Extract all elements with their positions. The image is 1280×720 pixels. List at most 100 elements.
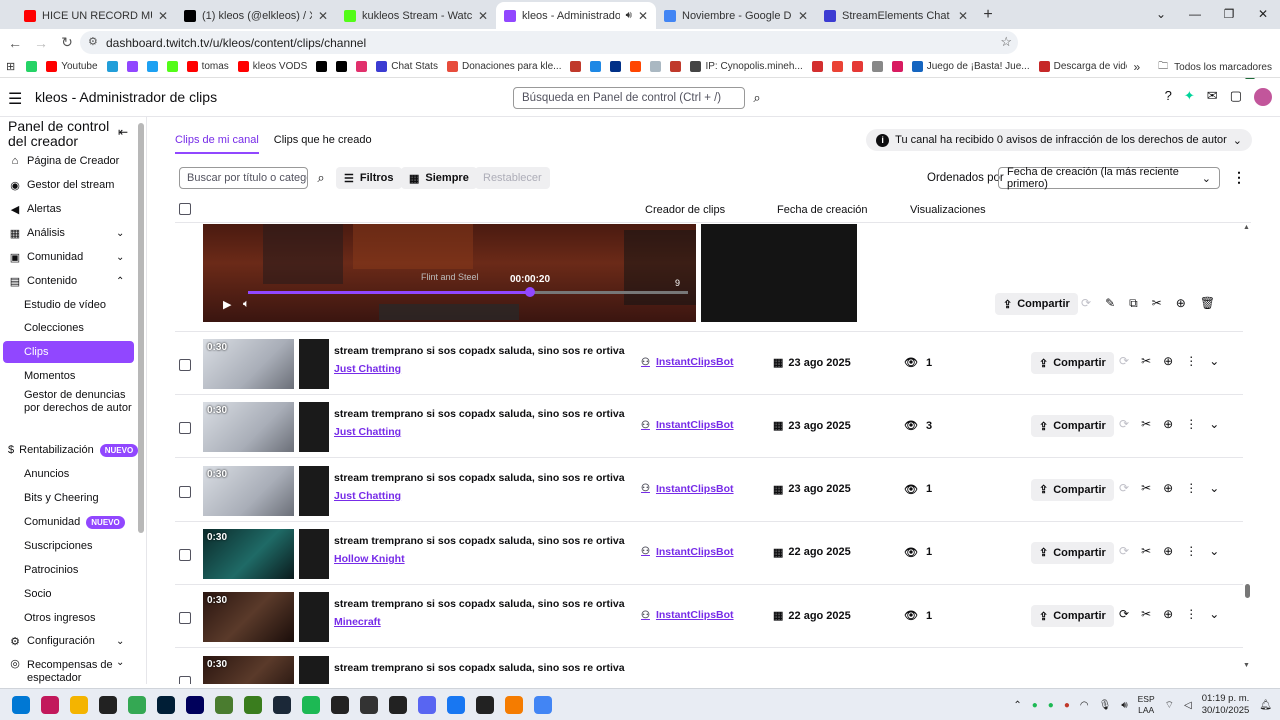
close-tab-icon[interactable]: ✕ [158, 9, 168, 23]
sidebar-item[interactable]: ▣ Comunidad ⌄ [0, 246, 136, 268]
bookmark-item[interactable] [647, 61, 664, 72]
notifications-icon[interactable]: 🔔︎ [1259, 700, 1272, 711]
clip-creator-link[interactable]: InstantClipsBot [656, 609, 734, 621]
scroll-down-arrow[interactable]: ▼ [1243, 662, 1250, 669]
tab-channel-clips[interactable]: Clips de mi canal [175, 134, 259, 154]
bookmark-item[interactable] [889, 61, 906, 72]
clip-vertical-thumbnail[interactable] [299, 339, 329, 389]
scissors-icon[interactable]: ✂ [1152, 296, 1162, 311]
new-tab-button[interactable]: + [976, 3, 1000, 27]
reset-button[interactable]: Restablecer [475, 167, 550, 189]
volume-tray-icon[interactable]: 🔊︎ [1121, 700, 1127, 711]
table-scrollbar[interactable]: ▲ ▼ [1243, 224, 1251, 672]
clip-vertical-thumbnail[interactable] [299, 592, 329, 643]
taskbar-app-icon[interactable] [505, 696, 523, 714]
taskbar-app-icon[interactable] [41, 696, 59, 714]
share-button[interactable]: ⇪ Compartir [1031, 541, 1114, 564]
sidebar-item[interactable]: Momentos [0, 365, 136, 387]
taskbar-app-icon[interactable] [331, 696, 349, 714]
sidebar-item[interactable]: Anuncios [0, 463, 136, 485]
close-tab-icon[interactable]: ✕ [958, 9, 968, 23]
clip-category-link[interactable]: Minecraft [334, 616, 381, 628]
taskbar-app-icon[interactable] [447, 696, 465, 714]
dashboard-search-input[interactable]: Búsqueda en Panel de control (Ctrl + /) [513, 87, 745, 109]
clip-title[interactable]: stream tremprano si sos copadx saluda, s… [334, 598, 625, 610]
more-options-icon[interactable]: ⋮ [1185, 544, 1197, 558]
taskbar-app-icon[interactable] [128, 696, 146, 714]
add-icon[interactable]: ⊕ [1163, 544, 1173, 558]
bookmark-star-icon[interactable]: ☆ [1000, 34, 1012, 50]
edit-icon[interactable]: ✎ [1105, 296, 1115, 311]
convert-icon[interactable]: ⟳ [1081, 296, 1091, 311]
bookmark-item[interactable]: kleos VODS [235, 61, 310, 72]
chevron-down-icon[interactable]: ⌄ [1209, 417, 1219, 431]
bookmark-item[interactable] [567, 61, 584, 72]
minimize-button[interactable]: — [1178, 0, 1212, 28]
sidebar-item[interactable]: ⌂ Página de Creador [0, 150, 136, 172]
collapse-sidebar-icon[interactable]: ⇤ [118, 125, 128, 139]
clip-thumbnail[interactable]: 0:30 [203, 339, 294, 389]
bookmark-item[interactable] [829, 61, 846, 72]
forward-button[interactable]: → [28, 35, 54, 51]
table-row[interactable]: 0:30 stream tremprano si sos copadx salud… [175, 395, 1243, 459]
bookmark-item[interactable] [353, 61, 370, 72]
col-creator[interactable]: Creador de clips [645, 204, 725, 216]
scissors-icon[interactable]: ✂ [1141, 544, 1151, 558]
taskbar-app-icon[interactable] [534, 696, 552, 714]
taskbar-app-icon[interactable] [99, 696, 117, 714]
sidebar-item[interactable]: Suscripciones [0, 535, 136, 557]
bookmark-item[interactable] [144, 61, 161, 72]
progress-handle[interactable] [524, 287, 535, 297]
bookmark-item[interactable] [587, 61, 604, 72]
bookmark-item[interactable]: tomas [184, 61, 232, 72]
more-options-icon[interactable]: ⋮ [1185, 417, 1197, 431]
clip-vertical-thumbnail[interactable] [299, 402, 329, 453]
tray-app-icon[interactable]: ● [1032, 700, 1038, 711]
bookmark-item[interactable] [849, 61, 866, 72]
browser-tab[interactable]: Noviembre - Google Drive ✕ [656, 2, 816, 29]
play-icon[interactable]: ▶ [223, 298, 231, 311]
language-indicator[interactable]: ESP LAA [1138, 694, 1155, 716]
sidebar-item[interactable]: $ Rentabilización NUEVO [0, 439, 139, 461]
bookmark-item[interactable] [313, 61, 330, 72]
chevron-icon[interactable]: ⌄ [116, 657, 130, 668]
bookmark-item[interactable]: Chat Stats [373, 61, 441, 72]
url-field[interactable]: ⚙ dashboard.twitch.tv/u/kleos/content/cl… [80, 31, 1018, 54]
date-range-button[interactable]: ▦ Siempre [401, 167, 477, 189]
all-bookmarks-link[interactable]: Todos los marcadores [1174, 62, 1272, 73]
clip-vertical-thumbnail[interactable] [299, 655, 329, 684]
browser-tab[interactable]: StreamElements Chat Stats - kle ✕ [816, 2, 976, 29]
clip-creator-link[interactable]: InstantClipsBot [656, 419, 734, 431]
sidebar-item[interactable]: Comunidad NUEVO [0, 511, 136, 533]
browser-tab[interactable]: (1) kleos (@elkleos) / X ✕ [176, 2, 336, 29]
table-row[interactable]: 0:30 stream tremprano si sos copadx salud… [175, 522, 1243, 585]
close-tab-icon[interactable]: ✕ [318, 9, 328, 23]
clip-vertical-thumbnail[interactable] [299, 528, 329, 579]
search-icon[interactable]: ⌕ [746, 87, 768, 109]
sidebar-item[interactable]: Gestor de denuncias por derechos de auto… [0, 387, 136, 429]
clip-video-player[interactable]: 9 Flint and Steel 00:00:20 ▶ 🔈︎ [203, 224, 696, 322]
share-button[interactable]: ⇪ Compartir [1031, 352, 1114, 374]
convert-icon[interactable]: ⟳ [1119, 417, 1129, 431]
row-checkbox[interactable] [179, 485, 191, 498]
clip-thumbnail[interactable]: 0:30 [203, 528, 294, 579]
tab-my-clips[interactable]: Clips que he creado [274, 134, 372, 154]
sort-select[interactable]: Fecha de creación (la más reciente prime… [998, 166, 1220, 190]
sidebar-item[interactable]: Clips [3, 341, 134, 363]
scissors-icon[interactable]: ✂ [1141, 481, 1151, 495]
close-tab-icon[interactable]: ✕ [478, 9, 488, 23]
taskbar-app-icon[interactable] [389, 696, 407, 714]
col-date[interactable]: Fecha de creación [777, 204, 868, 216]
clip-creator-link[interactable]: InstantClipsBot [656, 546, 734, 558]
taskbar-app-icon[interactable] [273, 696, 291, 714]
user-avatar[interactable] [1254, 88, 1272, 106]
chevron-icon[interactable]: ⌄ [116, 252, 130, 263]
chevron-down-icon[interactable]: ⌄ [1209, 544, 1219, 558]
stream-together-icon[interactable]: ✦ [1184, 88, 1195, 106]
col-views[interactable]: Visualizaciones [910, 204, 986, 216]
more-options-icon[interactable]: ⋮ [1232, 169, 1246, 186]
bookmarks-more-button[interactable]: » [1133, 60, 1140, 74]
back-button[interactable]: ← [2, 35, 28, 51]
table-row[interactable]: 0:30 stream tremprano si sos copadx salud… [175, 649, 1243, 684]
browser-tab[interactable]: HICE UN RECORD MUNDIAL EN ✕ [16, 2, 176, 29]
